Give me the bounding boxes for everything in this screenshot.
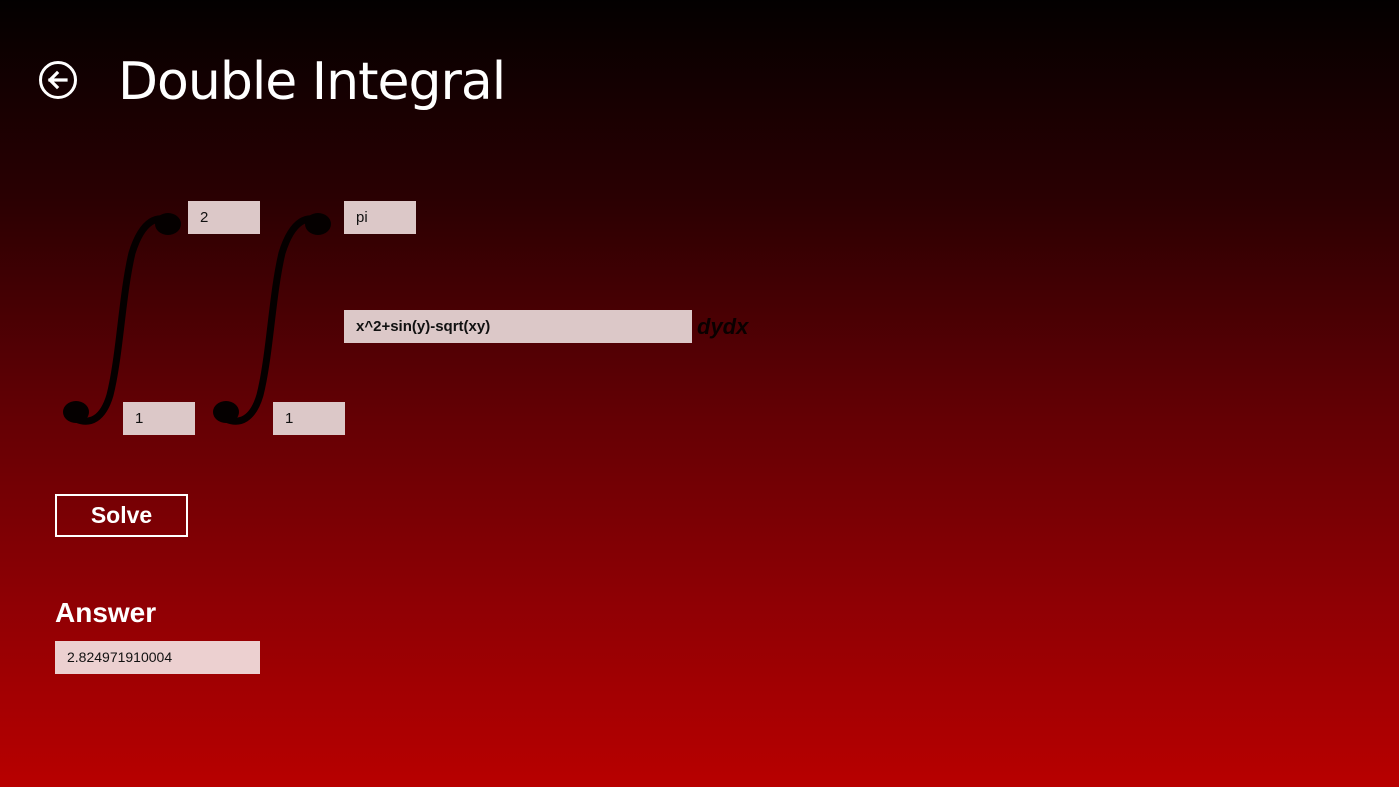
outer-lower-bound-input[interactable]	[123, 402, 195, 435]
inner-integral-icon	[213, 213, 331, 425]
outer-integral-icon	[63, 213, 181, 425]
answer-label: Answer	[55, 597, 157, 628]
differential-label: dydx	[697, 314, 749, 339]
arrow-left-icon	[47, 70, 68, 90]
solve-button[interactable]: Solve	[55, 494, 188, 537]
answer-output: 2.824971910004	[55, 641, 260, 674]
integrand-expression-input[interactable]	[344, 310, 692, 343]
back-button[interactable]	[39, 61, 77, 99]
inner-lower-bound-input[interactable]	[273, 402, 345, 435]
inner-upper-bound-input[interactable]	[344, 201, 416, 234]
outer-upper-bound-input[interactable]	[188, 201, 260, 234]
page-title: Double Integral	[118, 52, 506, 112]
